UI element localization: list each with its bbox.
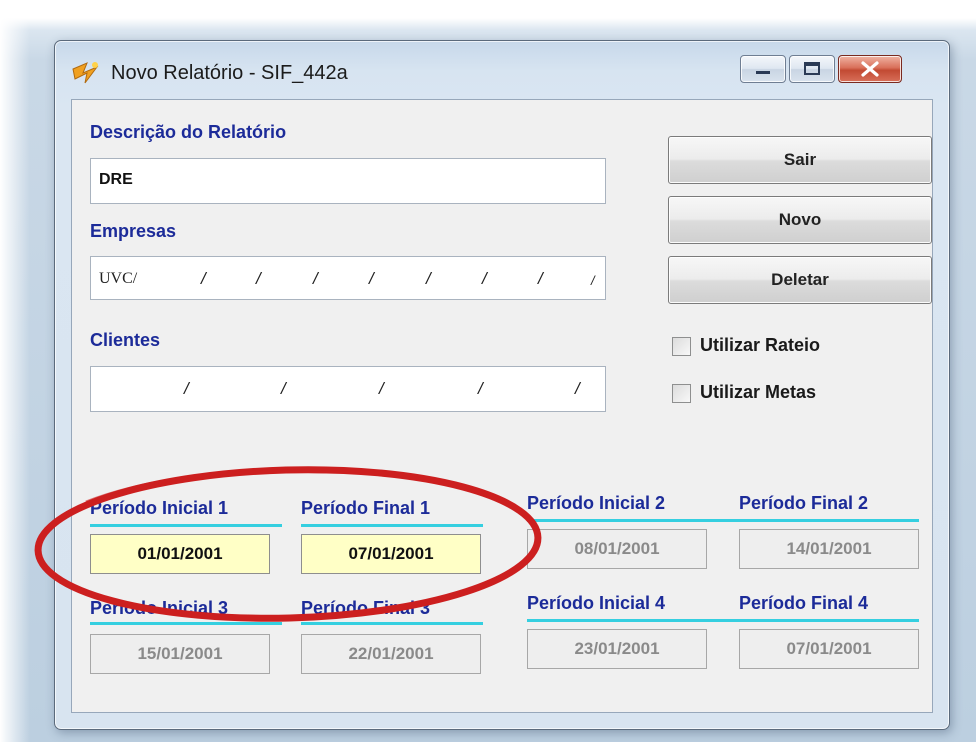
utilizar-rateio-checkbox[interactable] <box>672 337 691 356</box>
empresas-mask-separator: / <box>591 273 595 288</box>
descricao-value: DRE <box>99 171 133 188</box>
empresas-mask-separator: / <box>201 269 206 288</box>
periodo-inicial-3-label: Período Inicial 3 <box>90 598 229 618</box>
empresas-label: Empresas <box>90 221 177 241</box>
maximize-icon <box>804 62 820 75</box>
periodo-final-4-input: 07/01/2001 <box>739 629 919 669</box>
descricao-label: Descrição do Relatório <box>90 122 287 142</box>
periodo-inicial-2-label: Período Inicial 2 <box>527 493 666 513</box>
periodo-4-divider <box>527 619 919 622</box>
empresas-mask-separator: / <box>538 269 543 288</box>
maximize-button[interactable] <box>789 55 835 83</box>
periodo-inicial-3-input: 15/01/2001 <box>90 634 270 674</box>
periodo-final-1-input[interactable]: 07/01/2001 <box>301 534 481 574</box>
utilizar-metas-label[interactable]: Utilizar Metas <box>700 382 816 403</box>
sair-button[interactable]: Sair <box>668 136 932 184</box>
empresas-input[interactable]: UVC/ / / / / / / / / <box>90 256 606 300</box>
empresas-mask-separator: / <box>369 269 374 288</box>
descricao-input[interactable]: DRE <box>90 158 606 204</box>
close-icon <box>861 61 879 77</box>
utilizar-rateio-label[interactable]: Utilizar Rateio <box>700 335 820 356</box>
empresas-mask-separator: / <box>482 269 487 288</box>
periodo-inicial-4-input: 23/01/2001 <box>527 629 707 669</box>
periodo-inicial-1-input[interactable]: 01/01/2001 <box>90 534 270 574</box>
desktop-edge <box>0 0 30 742</box>
periodo-inicial-1-label: Período Inicial 1 <box>90 498 229 518</box>
periodo-2-divider <box>527 519 919 522</box>
window-client-area: Descrição do Relatório DRE Empresas UVC/… <box>71 99 933 713</box>
close-button[interactable] <box>838 55 902 83</box>
periodo-1-divider <box>301 524 483 527</box>
periodo-3-divider <box>301 622 483 625</box>
clientes-input[interactable]: / / / / / <box>90 366 606 412</box>
periodo-final-2-label: Período Final 2 <box>739 493 869 513</box>
empresas-value: UVC/ <box>99 270 138 287</box>
report-window: Novo Relatório - SIF_442a Descrição do R… <box>54 40 950 730</box>
empresas-mask-separator: / <box>313 269 318 288</box>
clientes-mask-separator: / <box>478 379 483 398</box>
minimize-button[interactable] <box>740 55 786 83</box>
periodo-final-4-label: Período Final 4 <box>739 593 869 613</box>
clientes-mask-separator: / <box>281 379 286 398</box>
minimize-icon <box>756 71 770 74</box>
periodo-3-divider <box>90 622 282 625</box>
empresas-mask-separator: / <box>256 269 261 288</box>
periodo-1-divider <box>90 524 282 527</box>
window-title: Novo Relatório - SIF_442a <box>111 62 348 84</box>
periodo-final-1-label: Período Final 1 <box>301 498 431 518</box>
novo-button[interactable]: Novo <box>668 196 932 244</box>
clientes-mask-separator: / <box>184 379 189 398</box>
deletar-button[interactable]: Deletar <box>668 256 932 304</box>
clientes-mask-separator: / <box>575 379 580 398</box>
clientes-mask-separator: / <box>379 379 384 398</box>
periodo-inicial-2-input: 08/01/2001 <box>527 529 707 569</box>
periodo-final-3-input: 22/01/2001 <box>301 634 481 674</box>
utilizar-metas-checkbox[interactable] <box>672 384 691 403</box>
title-bar[interactable]: Novo Relatório - SIF_442a <box>55 41 949 99</box>
app-icon <box>72 62 99 84</box>
empresas-mask-separator: / <box>426 269 431 288</box>
clientes-label: Clientes <box>90 330 161 350</box>
periodo-final-3-label: Período Final 3 <box>301 598 431 618</box>
periodo-final-2-input: 14/01/2001 <box>739 529 919 569</box>
periodo-inicial-4-label: Período Inicial 4 <box>527 593 666 613</box>
